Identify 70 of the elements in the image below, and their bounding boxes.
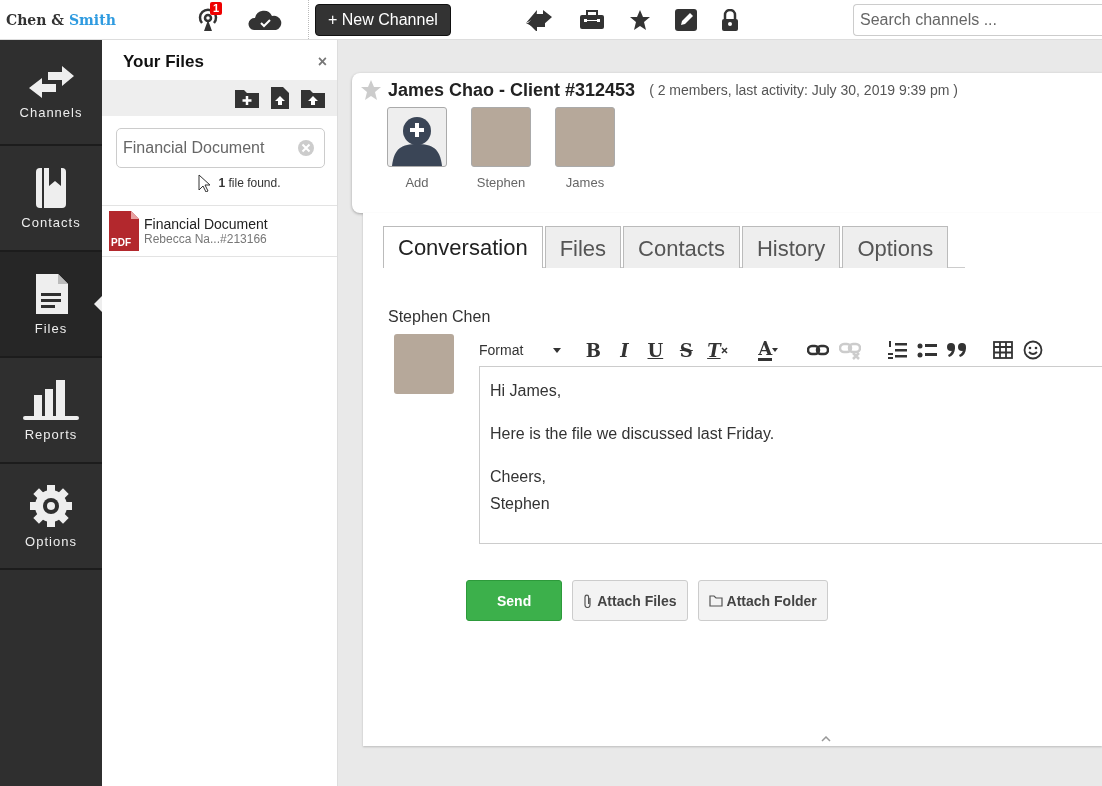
member-name: Stephen <box>476 175 526 190</box>
cloud-check-icon[interactable] <box>248 8 282 31</box>
avatar-photo-placeholder <box>394 334 454 394</box>
pencil-icon[interactable] <box>674 8 697 31</box>
avatar-photo-placeholder <box>555 107 615 167</box>
author-name: Stephen Chen <box>388 308 492 326</box>
bar-chart-icon <box>22 378 80 421</box>
file-upload-icon[interactable] <box>270 86 290 110</box>
message-paragraph: Cheers, Stephen <box>490 467 551 514</box>
arrows-icon <box>27 64 75 99</box>
caret-icon <box>772 348 779 352</box>
document-icon <box>33 272 69 315</box>
quote-icon[interactable] <box>947 341 968 359</box>
attach-button[interactable]: Attach Folder <box>697 580 828 621</box>
numbered-list-icon[interactable] <box>887 340 908 360</box>
notification-badge: 1 <box>210 1 223 15</box>
pdf-file-icon <box>109 211 139 251</box>
member-name: James <box>565 175 605 190</box>
search-field[interactable]: Financial Document <box>116 128 325 168</box>
strikethrough-button[interactable]: S <box>674 338 699 362</box>
tab[interactable]: History <box>741 226 841 268</box>
logo-text: Chen & <box>6 11 64 28</box>
new-channel-button[interactable]: + New Channel <box>315 3 451 36</box>
settings-icon <box>27 483 75 528</box>
result-count: 1 file found. <box>218 176 281 190</box>
star-icon[interactable] <box>628 8 651 31</box>
bulleted-list-icon[interactable] <box>917 341 938 359</box>
format-dropdown[interactable]: Format <box>479 342 562 358</box>
text-color-button[interactable]: A <box>752 338 785 362</box>
underline-button[interactable]: U <box>643 338 668 362</box>
caret-icon <box>553 347 562 353</box>
book-icon <box>33 166 69 209</box>
add-member-button[interactable] <box>387 107 447 167</box>
small-x-icon <box>720 346 728 354</box>
file-meta: Rebecca Na...#213166 <box>144 232 268 246</box>
file-name: Financial Document <box>144 216 268 232</box>
panel-title: Your Files <box>123 52 204 72</box>
folder-plus-icon[interactable] <box>234 87 260 109</box>
search-field[interactable]: Search channels ... <box>853 3 1102 36</box>
message-paragraph: Hi James, <box>490 381 563 401</box>
channel-info: ( 2 members, last activity: July 30, 2019 9:39 pm ) <box>649 82 959 98</box>
attach-button[interactable]: Attach Files <box>572 580 688 621</box>
person-plus-icon <box>392 114 442 166</box>
bold-button[interactable]: B <box>581 338 606 362</box>
tab[interactable]: Files <box>544 226 622 268</box>
message-paragraph: Here is the file we discussed last Friday. <box>490 424 776 444</box>
italic-button[interactable]: I <box>612 338 637 362</box>
tab[interactable]: Conversation <box>383 226 543 268</box>
tab[interactable]: Options <box>842 226 949 268</box>
logo-text: Smith <box>68 11 116 28</box>
avatar-photo-placeholder <box>471 107 531 167</box>
clear-format-button[interactable]: T <box>705 338 730 362</box>
lock-icon[interactable] <box>720 8 739 31</box>
message-editor[interactable]: Hi James, Here is the file we discussed last Friday. Cheers, Stephen <box>479 366 1102 544</box>
table-icon[interactable] <box>993 341 1014 359</box>
file-type-label: PDF <box>111 237 131 248</box>
briefcase-icon[interactable] <box>578 9 605 30</box>
emoji-icon[interactable] <box>1023 340 1044 360</box>
star-icon[interactable] <box>360 79 382 101</box>
member-name: Add <box>405 175 429 190</box>
file-item[interactable]: PDF Financial Document Rebecca Na...#213166 <box>102 205 337 257</box>
tab[interactable]: Contacts <box>623 226 740 268</box>
folder-upload-icon[interactable] <box>300 87 326 109</box>
paperclip-icon <box>583 593 594 608</box>
folder-icon <box>708 594 723 607</box>
close-button[interactable]: × <box>317 53 327 71</box>
channel-title: James Chao - Client #312453 <box>388 79 636 101</box>
mouse-cursor-icon <box>198 174 211 192</box>
nav-item[interactable]: Files <box>0 252 102 358</box>
chevron-up-icon[interactable] <box>821 736 831 742</box>
